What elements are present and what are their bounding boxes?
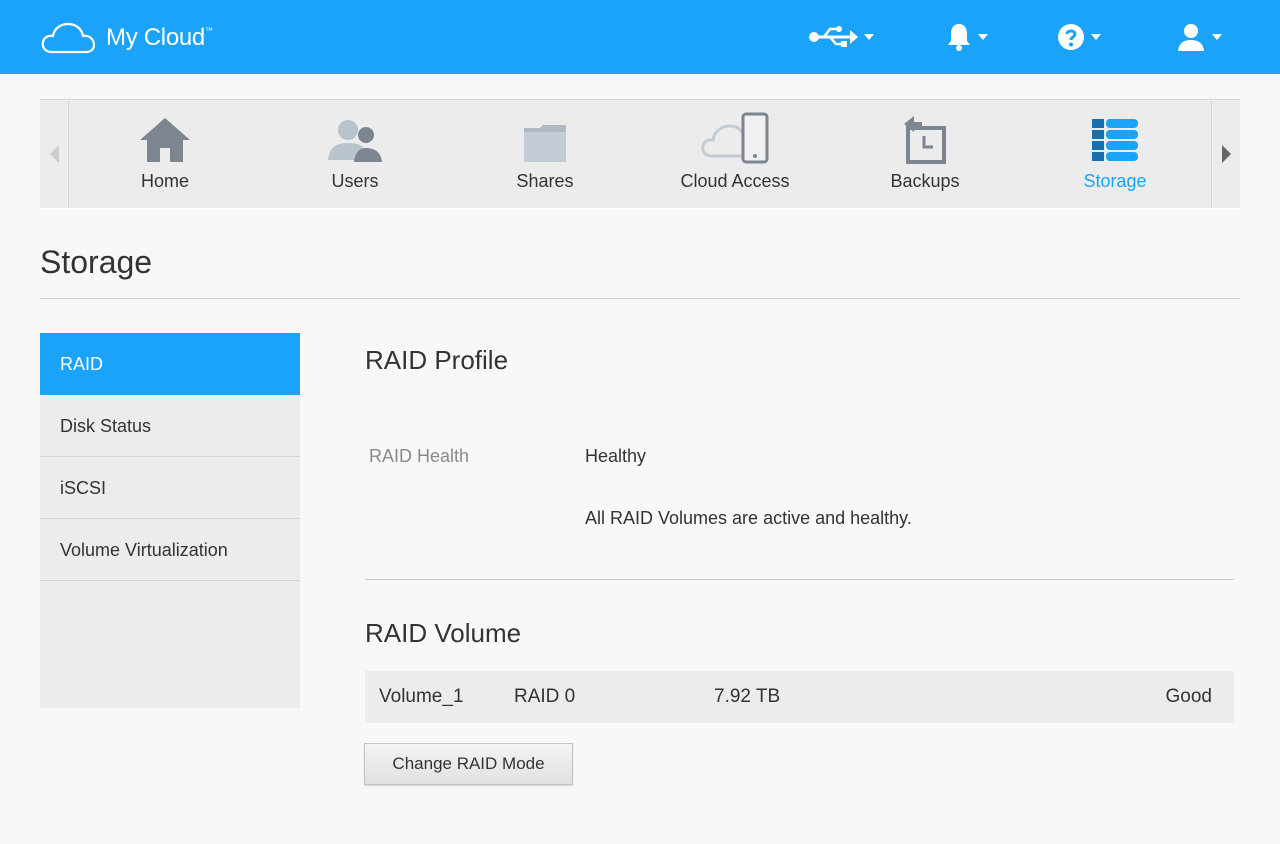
help-icon: [1058, 24, 1084, 50]
nav-item-users[interactable]: Users: [260, 100, 450, 208]
chevron-down-icon: [1091, 34, 1101, 40]
side-item-volume-virtualization[interactable]: Volume Virtualization: [40, 519, 300, 581]
volume-raid-mode: RAID 0: [514, 686, 576, 707]
cloud-device-icon: [701, 112, 769, 164]
brand-name: My Cloud™: [106, 24, 213, 51]
nav-label: Shares: [516, 171, 574, 191]
nav-item-storage[interactable]: Storage: [1020, 100, 1210, 208]
top-bar: My Cloud™: [0, 0, 1280, 74]
home-icon: [140, 118, 190, 162]
volume-status: Good: [1165, 686, 1212, 707]
storage-icon: [1092, 119, 1138, 161]
storage-side-menu: RAID Disk Status iSCSI Volume Virtualiza…: [40, 333, 300, 708]
folder-icon: [524, 125, 566, 162]
volume-name: Volume_1: [379, 686, 464, 707]
nav-label: Home: [140, 171, 189, 191]
chevron-down-icon: [1212, 34, 1222, 40]
volume-size: 7.92 TB: [714, 686, 781, 707]
raid-health-description: All RAID Volumes are active and healthy.: [585, 508, 912, 528]
nav-label: Storage: [1083, 171, 1147, 191]
raid-volume-heading: RAID Volume: [365, 618, 522, 648]
nav-item-shares[interactable]: Shares: [450, 100, 640, 208]
nav-item-home[interactable]: Home: [70, 100, 260, 208]
change-raid-mode-button[interactable]: Change RAID Mode: [364, 743, 573, 785]
usb-menu-button[interactable]: [808, 22, 874, 52]
chevron-down-icon: [864, 34, 874, 40]
divider: [40, 298, 1240, 299]
table-row[interactable]: Volume_1 RAID 0 7.92 TB Good: [365, 671, 1234, 723]
chevron-right-icon: [1221, 145, 1231, 163]
brand-logo[interactable]: My Cloud™: [40, 20, 213, 56]
nav-label: Cloud Access: [680, 171, 790, 191]
page-title: Storage: [40, 244, 153, 280]
nav-label: Users: [331, 171, 379, 191]
nav-scroll-right-button[interactable]: [1211, 100, 1240, 208]
nav-item-backups[interactable]: Backups: [830, 100, 1020, 208]
notifications-menu-button[interactable]: [946, 22, 988, 52]
nav-scroll-left-button[interactable]: [40, 100, 69, 208]
raid-profile-heading: RAID Profile: [365, 345, 509, 375]
cloud-logo-icon: [41, 22, 96, 54]
nav-item-cloud-access[interactable]: Cloud Access: [640, 100, 830, 208]
raid-health-value: Healthy: [585, 446, 647, 466]
side-item-disk-status[interactable]: Disk Status: [40, 395, 300, 457]
users-icon: [328, 120, 382, 162]
chevron-left-icon: [49, 145, 59, 163]
side-item-iscsi[interactable]: iSCSI: [40, 457, 300, 519]
backup-icon: [904, 116, 946, 164]
user-icon: [1178, 24, 1204, 51]
help-menu-button[interactable]: [1057, 22, 1101, 52]
bell-icon: [948, 24, 970, 51]
raid-health-label: RAID Health: [369, 446, 470, 466]
user-menu-button[interactable]: [1176, 22, 1222, 52]
main-nav: Home Users Shares Cloud Access Backups S…: [40, 99, 1240, 209]
divider: [365, 579, 1234, 580]
nav-label: Backups: [890, 171, 960, 191]
side-item-raid[interactable]: RAID: [40, 333, 300, 395]
usb-icon: [809, 26, 858, 47]
chevron-down-icon: [978, 34, 988, 40]
